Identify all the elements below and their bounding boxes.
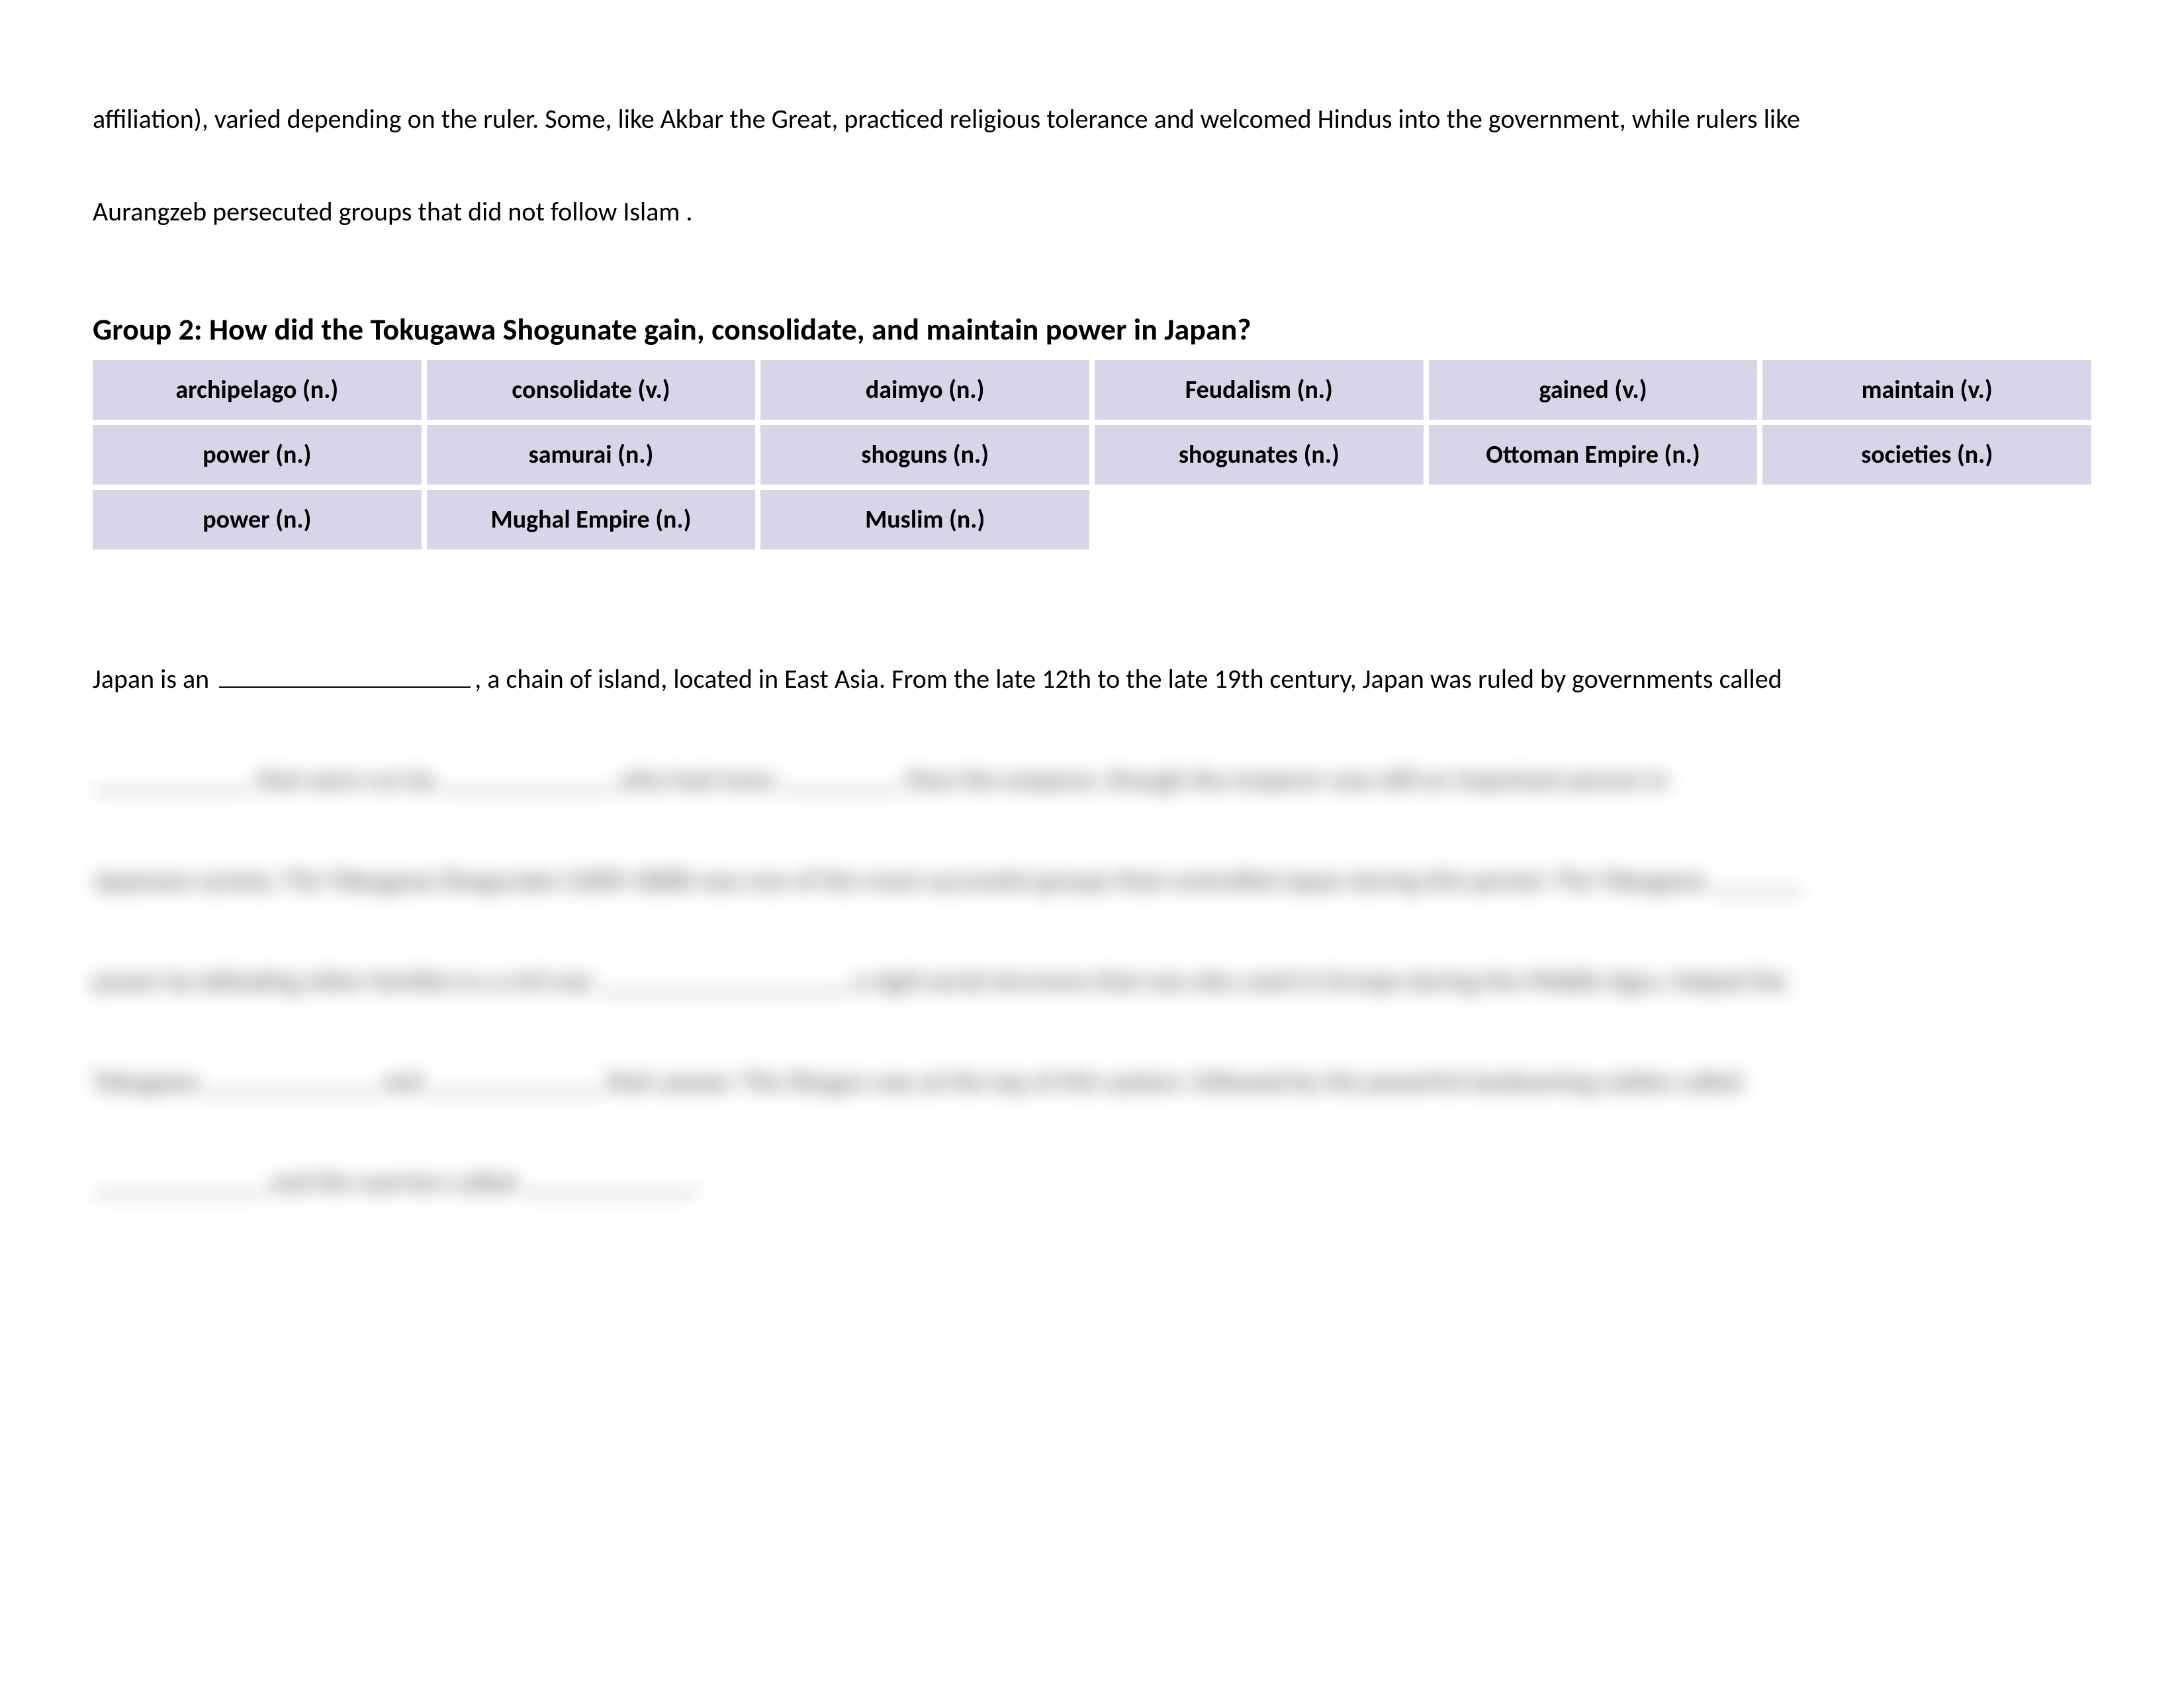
vocab-cell: societies (n.) [1762, 425, 2091, 485]
vocab-cell-empty [1429, 490, 1758, 549]
vocab-cell: maintain (v.) [1762, 360, 2091, 420]
intro-line-1: affiliation), varied depending on the ru… [93, 93, 2091, 146]
intro-paragraph: affiliation), varied depending on the ru… [93, 93, 2091, 238]
group-heading: Group 2: How did the Tokugawa Shogunate … [93, 311, 2091, 348]
vocab-cell: shoguns (n.) [760, 425, 1089, 485]
fill-in-text: Japan is an , a chain of island, located… [93, 629, 2091, 1233]
vocab-cell: shogunates (n.) [1095, 425, 1424, 485]
vocab-cell: Ottoman Empire (n.) [1429, 425, 1758, 485]
fill-part-2: , a chain of island, located in East Asi… [475, 663, 1782, 695]
vocab-grid: archipelago (n.) consolidate (v.) daimyo… [93, 360, 2091, 549]
vocab-cell-empty [1095, 490, 1424, 549]
vocab-cell: power (n.) [93, 490, 422, 549]
blurred-line: _____________ and the warriors called __… [93, 1132, 2091, 1233]
vocab-cell: archipelago (n.) [93, 360, 422, 420]
blurred-line: ____________ that were run by __________… [93, 729, 2091, 830]
vocab-cell: Muslim (n.) [760, 490, 1089, 549]
blurred-line: Tokugawa _____________ and _____________… [93, 1031, 2091, 1132]
intro-line-2: Aurangzeb persecuted groups that did not… [93, 185, 2091, 238]
fill-blank[interactable] [219, 661, 471, 688]
fill-part-1: Japan is an [93, 663, 215, 695]
blurred-line: power by defeating other families in a c… [93, 931, 2091, 1031]
vocab-cell: daimyo (n.) [760, 360, 1089, 420]
vocab-cell-empty [1762, 490, 2091, 549]
vocab-cell: Feudalism (n.) [1095, 360, 1424, 420]
vocab-cell: samurai (n.) [427, 425, 756, 485]
vocab-cell: power (n.) [93, 425, 422, 485]
blurred-line: Japanese society. The Tokugawa Shogunate… [93, 830, 2091, 931]
vocab-cell: consolidate (v.) [427, 360, 756, 420]
vocab-cell: gained (v.) [1429, 360, 1758, 420]
vocab-cell: Mughal Empire (n.) [427, 490, 756, 549]
